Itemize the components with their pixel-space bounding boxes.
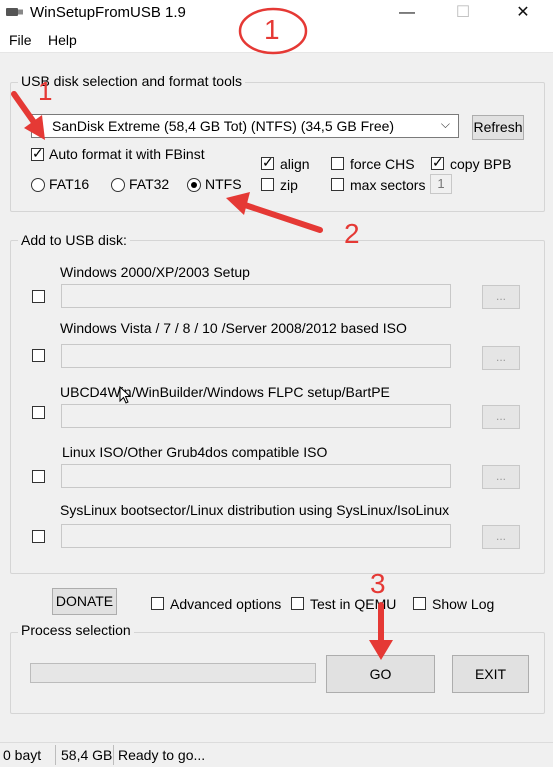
copy-bpb-label: copy BPB: [450, 156, 512, 172]
force-chs-checkbox[interactable]: [331, 157, 344, 170]
menu-help[interactable]: Help: [48, 32, 77, 48]
source-label-syslinux: SysLinux bootsector/Linux distribution u…: [60, 502, 450, 518]
source-path-syslinux[interactable]: [61, 524, 451, 548]
source-path-winxp[interactable]: [61, 284, 451, 308]
ntfs-radio[interactable]: [187, 178, 201, 192]
fat32-label: FAT32: [129, 176, 170, 192]
annotation-number-2: 2: [344, 218, 360, 249]
source-label-vista: Windows Vista / 7 / 8 / 10 /Server 2008/…: [60, 320, 407, 336]
status-bar: 0 bayt 58,4 GB Ready to go...: [0, 742, 553, 767]
close-button[interactable]: ✕: [500, 0, 546, 28]
source-label-winxp: Windows 2000/XP/2003 Setup: [60, 264, 250, 280]
advanced-options-label: Advanced options: [170, 596, 282, 612]
browse-button-linux[interactable]: ...: [482, 465, 520, 489]
source-checkbox-bartpe[interactable]: [32, 406, 45, 419]
auto-format-label: Auto format it with FBinst: [49, 146, 205, 162]
menu-file[interactable]: File: [9, 32, 32, 48]
chevron-down-icon: ⌵: [440, 117, 450, 131]
max-sectors-input[interactable]: 1: [430, 174, 452, 194]
align-checkbox[interactable]: [261, 154, 274, 171]
browse-button-bartpe[interactable]: ...: [482, 405, 520, 429]
annotation-number-3: 3: [370, 568, 386, 599]
fat32-radio[interactable]: [111, 178, 125, 192]
status-size: 58,4 GB: [61, 747, 113, 763]
browse-button-winxp[interactable]: ...: [482, 285, 520, 309]
usb-drive-icon: [6, 8, 23, 16]
refresh-button[interactable]: Refresh: [472, 115, 524, 140]
minimize-button[interactable]: —: [384, 0, 430, 28]
source-label-bartpe: UBCD4Win/WinBuilder/Windows FLPC setup/B…: [60, 384, 390, 400]
status-separator: [113, 745, 114, 765]
ntfs-label: NTFS: [205, 176, 242, 192]
auto-format-checkbox[interactable]: [31, 145, 44, 162]
max-sectors-checkbox[interactable]: [331, 178, 344, 191]
source-label-linux: Linux ISO/Other Grub4dos compatible ISO: [62, 444, 328, 460]
source-path-bartpe[interactable]: [61, 404, 451, 428]
mouse-cursor-icon: [119, 386, 131, 404]
align-label: align: [280, 156, 310, 172]
process-selection-legend: Process selection: [18, 622, 134, 638]
source-checkbox-vista[interactable]: [32, 349, 45, 362]
fat16-label: FAT16: [49, 176, 90, 192]
advanced-options-checkbox[interactable]: [151, 597, 164, 610]
source-path-vista[interactable]: [61, 344, 451, 368]
copy-bpb-checkbox[interactable]: [431, 154, 444, 171]
donate-button[interactable]: DONATE: [52, 588, 117, 615]
usb-disk-selected: SanDisk Extreme (58,4 GB Tot) (NTFS) (34…: [52, 118, 395, 134]
window-title: WinSetupFromUSB 1.9: [30, 4, 186, 21]
annotation-number-1: 1: [38, 76, 53, 106]
source-path-linux[interactable]: [61, 464, 451, 488]
zip-label: zip: [280, 177, 298, 193]
max-sectors-label: max sectors: [350, 177, 426, 193]
source-checkbox-syslinux[interactable]: [32, 530, 45, 543]
browse-button-vista[interactable]: ...: [482, 346, 520, 370]
add-to-usb-legend: Add to USB disk:: [18, 232, 130, 248]
maximize-button[interactable]: ☐: [440, 0, 486, 28]
show-log-label: Show Log: [432, 596, 495, 612]
zip-checkbox[interactable]: [261, 178, 274, 191]
annotation-number-1: 1: [264, 14, 280, 45]
status-separator: [55, 745, 56, 765]
progress-bar: [30, 663, 316, 683]
usb-disk-dropdown[interactable]: SanDisk Extreme (58,4 GB Tot) (NTFS) (34…: [31, 114, 459, 138]
show-log-checkbox[interactable]: [413, 597, 426, 610]
status-message: Ready to go...: [118, 747, 206, 763]
source-checkbox-linux[interactable]: [32, 470, 45, 483]
exit-button[interactable]: EXIT: [452, 655, 529, 693]
source-checkbox-winxp[interactable]: [32, 290, 45, 303]
force-chs-label: force CHS: [350, 156, 415, 172]
test-qemu-checkbox[interactable]: [291, 597, 304, 610]
status-bytes: 0 bayt: [3, 747, 42, 763]
browse-button-syslinux[interactable]: ...: [482, 525, 520, 549]
go-button[interactable]: GO: [326, 655, 435, 693]
fat16-radio[interactable]: [31, 178, 45, 192]
